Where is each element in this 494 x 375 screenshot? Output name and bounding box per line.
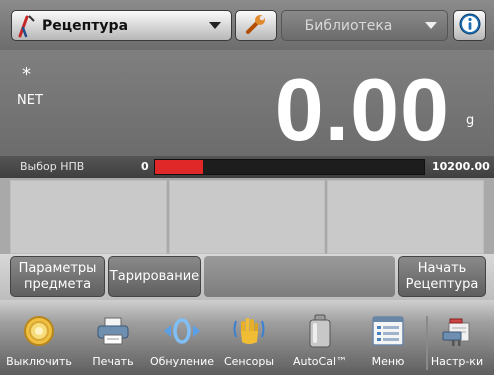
- info-icon: [459, 13, 481, 39]
- application-name: Рецептура: [42, 17, 129, 34]
- hand-sensor-icon: [232, 314, 266, 348]
- nav-label: Печать: [92, 355, 134, 368]
- action-placeholder: [204, 256, 395, 297]
- start-recipe-button[interactable]: Начать Рецептура: [398, 256, 486, 297]
- net-mode-label: NET: [17, 93, 43, 108]
- nav-zero-button[interactable]: Обнуление: [145, 314, 219, 372]
- capacity-max: 10200.00: [432, 160, 490, 173]
- zero-icon: [162, 314, 202, 348]
- info-button[interactable]: [453, 10, 486, 41]
- stability-indicator: *: [22, 64, 31, 85]
- nav-autocal-button[interactable]: AutoCal™: [283, 314, 357, 372]
- chevron-down-icon: [415, 10, 447, 41]
- capacity-progress-fill: [155, 160, 204, 174]
- weight-unit[interactable]: g: [466, 113, 474, 128]
- nav-menu-button[interactable]: Меню: [351, 314, 425, 372]
- wrench-icon: [244, 12, 268, 40]
- item-parameters-button[interactable]: Параметры предмета: [10, 256, 105, 297]
- nav-label: Сенсоры: [223, 355, 275, 368]
- chevron-down-icon: [199, 10, 231, 41]
- power-icon: [23, 314, 55, 348]
- tools-button[interactable]: [235, 10, 277, 41]
- data-field-2: [168, 180, 326, 254]
- calibration-weight-icon: [307, 314, 333, 348]
- capacity-label: Выбор НПВ: [20, 160, 85, 173]
- library-selector[interactable]: Библиотека: [281, 10, 448, 41]
- nav-sensors-button[interactable]: Сенсоры: [212, 314, 286, 372]
- nav-label: Обнуление: [149, 355, 215, 368]
- nav-print-button[interactable]: Печать: [76, 314, 150, 372]
- settings-icon: [440, 314, 474, 348]
- tare-button[interactable]: Тарирование: [108, 256, 201, 297]
- nav-label: Меню: [371, 355, 405, 368]
- application-selector[interactable]: Рецептура: [11, 10, 232, 41]
- nav-settings-button[interactable]: Настр-ки: [420, 314, 494, 372]
- library-label: Библиотека: [304, 17, 393, 34]
- menu-icon: [372, 314, 404, 348]
- data-field-3: [327, 180, 485, 254]
- nav-label: Выключить: [6, 355, 72, 368]
- capacity-min: 0: [141, 160, 149, 173]
- capacity-progress-track: [154, 159, 425, 175]
- recipe-app-icon: [12, 10, 42, 41]
- data-field-1: [10, 180, 167, 254]
- nav-power-button[interactable]: Выключить: [2, 314, 76, 372]
- data-fields-area: [0, 178, 494, 254]
- printer-icon: [96, 314, 130, 348]
- weight-readout: 0.00: [274, 60, 450, 159]
- nav-label: Настр-ки: [430, 355, 484, 368]
- nav-label: AutoCal™: [292, 355, 348, 368]
